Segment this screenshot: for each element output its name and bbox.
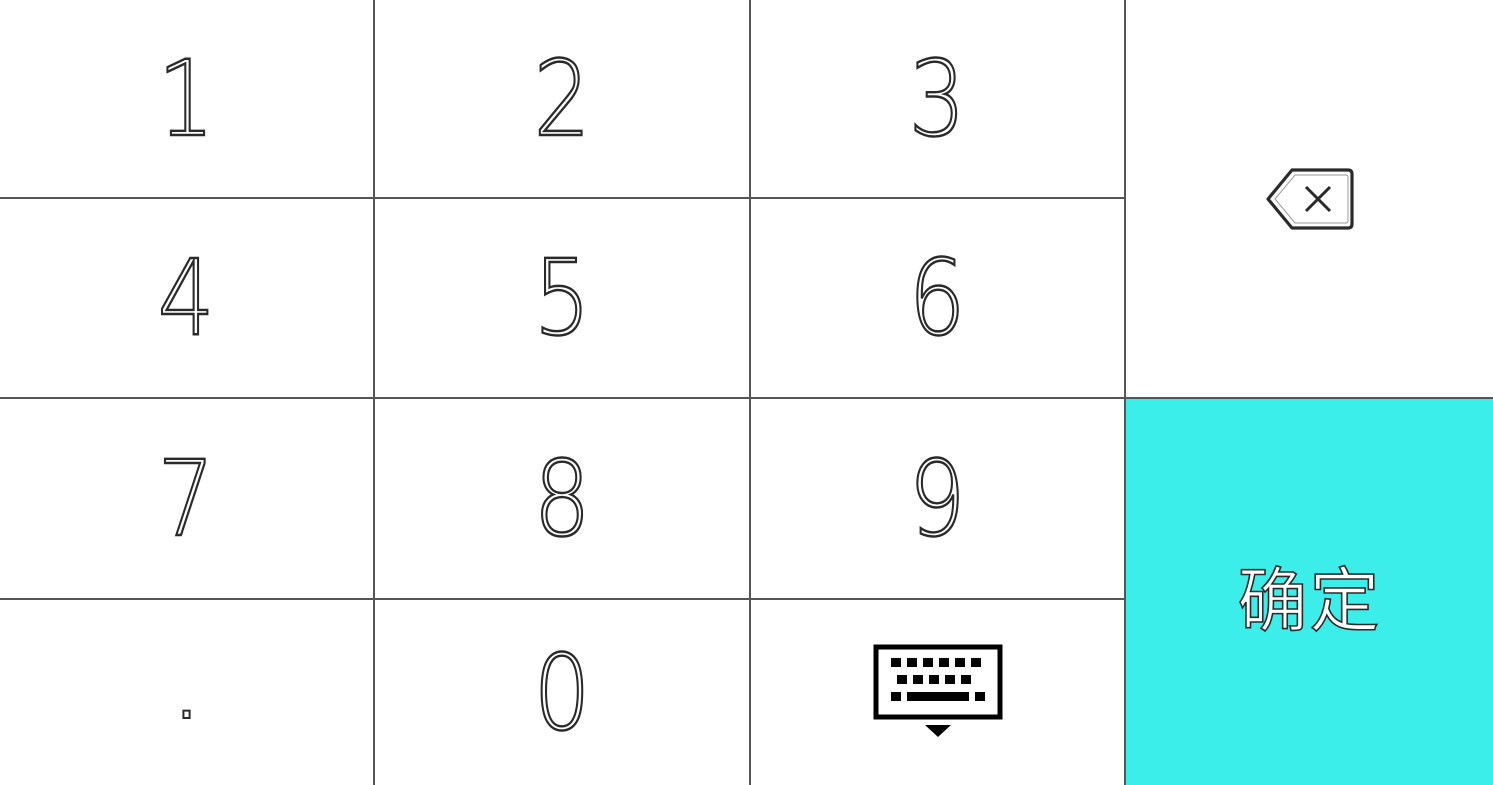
key-decimal-point[interactable]: . <box>0 598 373 785</box>
key-8-label: 8 <box>533 437 592 560</box>
key-5[interactable]: 5 <box>373 197 749 397</box>
keyboard-hide-icon <box>873 644 1003 742</box>
numeric-keypad: 1 2 3 4 5 6 7 8 9 确定 . 0 <box>0 0 1493 785</box>
key-7-label: 7 <box>157 437 216 560</box>
key-6[interactable]: 6 <box>749 197 1124 397</box>
confirm-button-label: 确定 <box>1237 559 1382 643</box>
backspace-button[interactable] <box>1124 0 1493 397</box>
key-7[interactable]: 7 <box>0 397 373 598</box>
key-3[interactable]: 3 <box>749 0 1124 197</box>
confirm-button[interactable]: 确定 <box>1124 397 1493 785</box>
key-1-label: 1 <box>157 37 216 160</box>
key-4-label: 4 <box>157 237 216 359</box>
key-3-label: 3 <box>908 37 967 160</box>
key-2[interactable]: 2 <box>373 0 749 197</box>
key-4[interactable]: 4 <box>0 197 373 397</box>
key-6-label: 6 <box>908 237 967 359</box>
backspace-icon <box>1264 166 1356 232</box>
key-5-label: 5 <box>533 237 592 359</box>
key-decimal-point-label: . <box>176 662 197 733</box>
key-9[interactable]: 9 <box>749 397 1124 598</box>
hide-keyboard-button[interactable] <box>749 598 1124 785</box>
key-2-label: 2 <box>533 37 592 160</box>
key-8[interactable]: 8 <box>373 397 749 598</box>
key-0[interactable]: 0 <box>373 598 749 785</box>
key-0-label: 0 <box>533 631 592 754</box>
key-1[interactable]: 1 <box>0 0 373 197</box>
key-9-label: 9 <box>908 437 967 560</box>
